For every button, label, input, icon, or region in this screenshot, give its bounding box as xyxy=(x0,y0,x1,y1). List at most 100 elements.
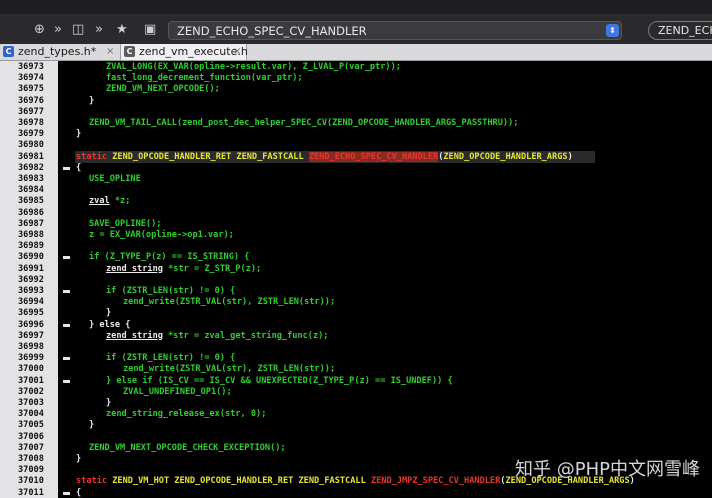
doc-icon[interactable]: ▣ xyxy=(144,22,156,38)
line-number: 36998 xyxy=(18,342,44,352)
c-source-icon: C xyxy=(124,46,135,57)
line-number: 36981 xyxy=(18,151,44,162)
line-number: 36974 xyxy=(18,73,44,84)
line-number: 36999 xyxy=(18,353,44,364)
line-number: 36990 xyxy=(18,252,44,263)
code-token: ZEND_VM_HOT ZEND_OPCODE_HANDLER_RET ZEND… xyxy=(107,476,371,487)
code-line: zend_string_release_ex(str, 0); xyxy=(106,409,267,420)
code-line: } xyxy=(89,95,95,106)
line-number: 36993 xyxy=(18,286,44,296)
line-number: 36980 xyxy=(18,140,44,151)
line-number: 37000 xyxy=(18,364,44,375)
toolbar: ⊕ » ◫ » ★ ▣ ZEND_ECHO_SPEC_CV_HANDLER ⬍ … xyxy=(0,0,712,44)
code-line: { xyxy=(76,162,82,173)
line-number: 37001 xyxy=(18,375,44,386)
line-number: 36978 xyxy=(18,118,44,128)
code-line: if (ZSTR_LEN(str) != 0) { xyxy=(106,353,236,364)
code-line: ZVAL_LONG(EX_VAR(opline->result.var), Z_… xyxy=(106,62,401,72)
code-line: zend_string *str = zval_get_string_func(… xyxy=(106,331,329,342)
fold-toggle-icon[interactable] xyxy=(63,323,70,327)
tab-zend-types[interactable]: C zend_types.h* × xyxy=(0,44,120,60)
code-token: *str = zval_get_string_func(z); xyxy=(162,330,329,341)
forward-icon[interactable]: » xyxy=(95,22,103,38)
line-number: 36987 xyxy=(18,218,44,229)
fold-column xyxy=(58,61,75,498)
type-token: zend_string xyxy=(106,263,163,274)
code-line: if (Z_TYPE_P(z) == IS_STRING) { xyxy=(89,252,250,263)
line-number: 36975 xyxy=(18,84,44,95)
line-number: 37006 xyxy=(18,431,44,442)
fold-toggle-icon[interactable] xyxy=(63,357,70,361)
close-icon[interactable]: × xyxy=(106,44,114,60)
line-number: 36982 xyxy=(18,162,44,173)
line-number: 36983 xyxy=(18,174,44,184)
forward-icon[interactable]: » xyxy=(54,22,62,38)
fold-toggle-icon[interactable] xyxy=(63,166,70,170)
tab-bar: C zend_types.h* × C zend_vm_execute.h × xyxy=(0,44,712,61)
code-editor[interactable]: 36973 ZVAL_LONG(EX_VAR(opline->result.var… xyxy=(0,61,712,498)
line-number: 36996 xyxy=(18,319,44,330)
c-header-icon: C xyxy=(3,46,14,57)
function-select[interactable]: ZEND_ECHO_SPEC_CV_HANDLER ⬍ xyxy=(168,21,622,40)
type-token: zval xyxy=(89,196,110,207)
code-line: if (ZSTR_LEN(str) != 0) { xyxy=(106,286,236,296)
fold-toggle-icon[interactable] xyxy=(63,256,70,260)
code-line: zval *z; xyxy=(89,196,130,207)
code-line: } xyxy=(106,308,112,319)
fold-toggle-icon[interactable] xyxy=(63,491,70,495)
line-number: 37004 xyxy=(18,409,44,420)
code-line: static ZEND_OPCODE_HANDLER_RET ZEND_FAST… xyxy=(76,151,573,163)
code-token: *z; xyxy=(109,196,131,207)
line-number: 37007 xyxy=(18,442,44,453)
line-number: 36986 xyxy=(18,207,44,218)
line-number: 37005 xyxy=(18,420,44,431)
line-number: 36973 xyxy=(18,62,44,72)
chevron-updown-icon[interactable]: ⬍ xyxy=(606,24,619,37)
close-icon[interactable]: × xyxy=(233,44,241,60)
code-token: ) xyxy=(567,151,573,162)
code-line: zend_write(ZSTR_VAL(str), ZSTR_LEN(str))… xyxy=(123,297,336,308)
star-icon[interactable]: ★ xyxy=(116,22,128,38)
symbol-field[interactable]: ZEND_ECH xyxy=(648,21,712,40)
code-line: } xyxy=(76,129,82,140)
line-number: 36991 xyxy=(18,263,44,274)
code-line: } else { xyxy=(89,319,131,330)
function-name: ZEND_JMPZ_SPEC_CV_HANDLER xyxy=(370,476,501,487)
line-number: 37011 xyxy=(18,487,44,498)
line-number: 37002 xyxy=(18,386,44,397)
line-number: 37009 xyxy=(18,465,44,476)
line-number: 36988 xyxy=(18,230,44,240)
code-line: } xyxy=(106,398,112,408)
code-line: SAVE_OPLINE(); xyxy=(89,218,162,229)
code-line: } else if (IS_CV == IS_CV && UNEXPECTED(… xyxy=(106,375,453,386)
tab-label: zend_vm_execute.h xyxy=(139,45,248,58)
type-token: zend_string xyxy=(106,330,163,341)
code-line: ZEND_VM_TAIL_CALL(zend_post_dec_helper_S… xyxy=(89,118,519,128)
code-line: } xyxy=(76,454,82,464)
line-number: 36995 xyxy=(18,308,44,319)
code-line: USE_OPLINE xyxy=(89,174,141,184)
code-line: ZEND_VM_NEXT_OPCODE_CHECK_EXCEPTION(); xyxy=(89,442,286,453)
symbol-field-value: ZEND_ECH xyxy=(658,24,712,37)
code-line: ZEND_VM_NEXT_OPCODE(); xyxy=(106,84,220,95)
code-line: zend_string *str = Z_STR_P(z); xyxy=(106,264,261,275)
layout-icon[interactable]: ◫ xyxy=(72,22,84,38)
line-number: 36979 xyxy=(18,129,44,140)
globe-icon[interactable]: ⊕ xyxy=(34,22,45,38)
fold-toggle-icon[interactable] xyxy=(63,379,70,383)
tab-zend-vm-execute[interactable]: C zend_vm_execute.h × xyxy=(120,44,248,60)
line-number: 36997 xyxy=(18,330,44,341)
line-number: 37008 xyxy=(18,454,44,464)
code-token: *str = Z_STR_P(z); xyxy=(162,263,262,274)
line-number: 36984 xyxy=(18,185,44,196)
line-number: 37003 xyxy=(18,398,44,408)
code-line: } xyxy=(89,420,95,431)
fold-toggle-icon[interactable] xyxy=(63,290,70,293)
code-line: { xyxy=(76,487,82,498)
line-number: 37010 xyxy=(18,476,44,487)
line-number: 36994 xyxy=(18,297,44,308)
code-line: ZVAL_UNDEFINED_OP1(); xyxy=(123,386,232,397)
tab-label: zend_types.h* xyxy=(18,45,97,58)
title-strip xyxy=(0,0,712,14)
code-token: static xyxy=(76,476,108,487)
